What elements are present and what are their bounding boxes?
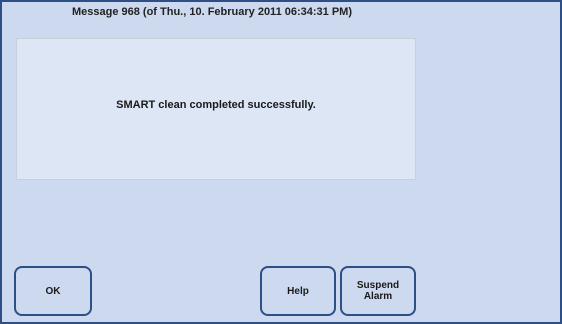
message-box: SMART clean completed successfully.	[16, 38, 416, 180]
message-text: SMART clean completed successfully.	[116, 99, 316, 111]
message-header: Message 968 (of Thu., 10. February 2011 …	[71, 6, 352, 18]
help-button[interactable]: Help	[260, 266, 336, 316]
message-dialog: Message 968 (of Thu., 10. February 2011 …	[0, 0, 562, 324]
suspend-alarm-button[interactable]: Suspend Alarm	[340, 266, 416, 316]
ok-button[interactable]: OK	[14, 266, 92, 316]
